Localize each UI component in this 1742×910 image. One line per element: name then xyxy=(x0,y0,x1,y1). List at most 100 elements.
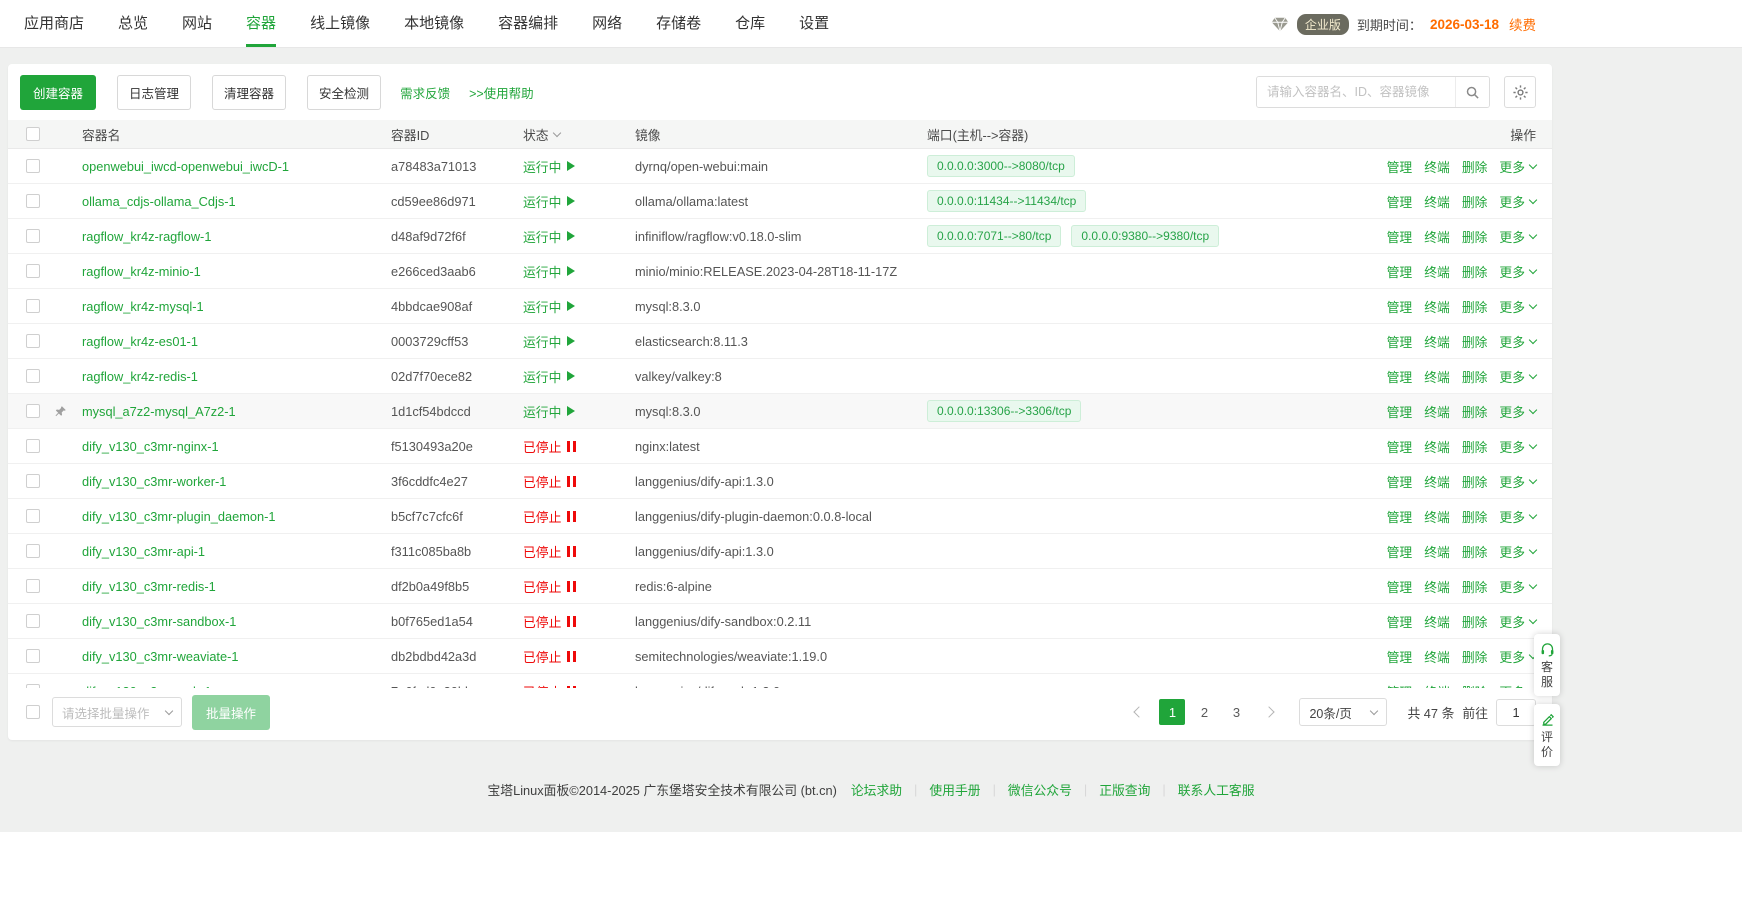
footer-link-3[interactable]: 正版查询 xyxy=(1099,780,1150,799)
more-link[interactable]: 更多 xyxy=(1499,472,1536,491)
terminal-link[interactable]: 终端 xyxy=(1424,192,1450,211)
more-link[interactable]: 更多 xyxy=(1499,647,1536,666)
delete-link[interactable]: 删除 xyxy=(1462,262,1488,281)
row-checkbox[interactable] xyxy=(26,159,40,173)
more-link[interactable]: 更多 xyxy=(1499,507,1536,526)
batch-apply-button[interactable]: 批量操作 xyxy=(192,695,270,730)
select-all-checkbox[interactable] xyxy=(26,127,40,141)
delete-link[interactable]: 删除 xyxy=(1462,682,1488,689)
terminal-link[interactable]: 终端 xyxy=(1424,227,1450,246)
container-name-link[interactable]: ragflow_kr4z-redis-1 xyxy=(82,369,198,384)
nav-item-6[interactable]: 容器编排 xyxy=(498,0,558,47)
page-button-3[interactable]: 3 xyxy=(1223,699,1249,725)
footer-link-4[interactable]: 联系人工客服 xyxy=(1178,780,1255,799)
nav-item-4[interactable]: 线上镜像 xyxy=(310,0,370,47)
row-checkbox[interactable] xyxy=(26,369,40,383)
manage-link[interactable]: 管理 xyxy=(1387,647,1413,666)
manage-link[interactable]: 管理 xyxy=(1387,367,1413,386)
container-name-link[interactable]: dify_v130_c3mr-web-1 xyxy=(82,684,211,689)
nav-item-1[interactable]: 总览 xyxy=(118,0,148,47)
row-checkbox[interactable] xyxy=(26,649,40,663)
nav-item-8[interactable]: 存储卷 xyxy=(656,0,701,47)
delete-link[interactable]: 删除 xyxy=(1462,507,1488,526)
terminal-link[interactable]: 终端 xyxy=(1424,542,1450,561)
container-name-link[interactable]: ragflow_kr4z-mysql-1 xyxy=(82,299,204,314)
manage-link[interactable]: 管理 xyxy=(1387,157,1413,176)
terminal-link[interactable]: 终端 xyxy=(1424,367,1450,386)
container-name-link[interactable]: dify_v130_c3mr-worker-1 xyxy=(82,474,226,489)
batch-select-all-checkbox[interactable] xyxy=(26,705,40,719)
manage-link[interactable]: 管理 xyxy=(1387,612,1413,631)
manage-link[interactable]: 管理 xyxy=(1387,472,1413,491)
container-name-link[interactable]: mysql_a7z2-mysql_A7z2-1 xyxy=(82,404,236,419)
container-name-link[interactable]: dify_v130_c3mr-redis-1 xyxy=(82,579,216,594)
terminal-link[interactable]: 终端 xyxy=(1424,507,1450,526)
manage-link[interactable]: 管理 xyxy=(1387,577,1413,596)
security-check-button[interactable]: 安全检测 xyxy=(307,75,381,110)
review-tab[interactable]: 评价 xyxy=(1534,704,1560,766)
nav-item-0[interactable]: 应用商店 xyxy=(24,0,84,47)
footer-link-1[interactable]: 使用手册 xyxy=(929,780,980,799)
more-link[interactable]: 更多 xyxy=(1499,577,1536,596)
terminal-link[interactable]: 终端 xyxy=(1424,262,1450,281)
page-button-2[interactable]: 2 xyxy=(1191,699,1217,725)
container-name-link[interactable]: ragflow_kr4z-ragflow-1 xyxy=(82,229,211,244)
more-link[interactable]: 更多 xyxy=(1499,542,1536,561)
search-button[interactable] xyxy=(1455,77,1489,107)
delete-link[interactable]: 删除 xyxy=(1462,157,1488,176)
search-input[interactable] xyxy=(1257,77,1455,107)
manage-link[interactable]: 管理 xyxy=(1387,227,1413,246)
next-page-button[interactable] xyxy=(1257,699,1281,725)
row-checkbox[interactable] xyxy=(26,614,40,628)
nav-item-9[interactable]: 仓库 xyxy=(735,0,765,47)
more-link[interactable]: 更多 xyxy=(1499,367,1536,386)
more-link[interactable]: 更多 xyxy=(1499,437,1536,456)
nav-item-3[interactable]: 容器 xyxy=(246,0,276,47)
more-link[interactable]: 更多 xyxy=(1499,612,1536,631)
container-name-link[interactable]: dify_v130_c3mr-api-1 xyxy=(82,544,205,559)
clean-container-button[interactable]: 清理容器 xyxy=(212,75,286,110)
row-checkbox[interactable] xyxy=(26,229,40,243)
terminal-link[interactable]: 终端 xyxy=(1424,682,1450,689)
more-link[interactable]: 更多 xyxy=(1499,402,1536,421)
delete-link[interactable]: 删除 xyxy=(1462,647,1488,666)
more-link[interactable]: 更多 xyxy=(1499,227,1536,246)
manage-link[interactable]: 管理 xyxy=(1387,297,1413,316)
nav-item-5[interactable]: 本地镜像 xyxy=(404,0,464,47)
delete-link[interactable]: 删除 xyxy=(1462,297,1488,316)
nav-item-2[interactable]: 网站 xyxy=(182,0,212,47)
manage-link[interactable]: 管理 xyxy=(1387,437,1413,456)
row-checkbox[interactable] xyxy=(26,474,40,488)
row-checkbox[interactable] xyxy=(26,194,40,208)
container-name-link[interactable]: dify_v130_c3mr-nginx-1 xyxy=(82,439,219,454)
prev-page-button[interactable] xyxy=(1127,699,1151,725)
delete-link[interactable]: 删除 xyxy=(1462,472,1488,491)
manage-link[interactable]: 管理 xyxy=(1387,262,1413,281)
row-checkbox[interactable] xyxy=(26,544,40,558)
terminal-link[interactable]: 终端 xyxy=(1424,297,1450,316)
terminal-link[interactable]: 终端 xyxy=(1424,577,1450,596)
row-checkbox[interactable] xyxy=(26,439,40,453)
container-name-link[interactable]: ragflow_kr4z-minio-1 xyxy=(82,264,201,279)
delete-link[interactable]: 删除 xyxy=(1462,542,1488,561)
row-checkbox[interactable] xyxy=(26,334,40,348)
manage-link[interactable]: 管理 xyxy=(1387,332,1413,351)
container-name-link[interactable]: dify_v130_c3mr-plugin_daemon-1 xyxy=(82,509,276,524)
manage-link[interactable]: 管理 xyxy=(1387,682,1413,689)
row-checkbox[interactable] xyxy=(26,404,40,418)
row-checkbox[interactable] xyxy=(26,509,40,523)
terminal-link[interactable]: 终端 xyxy=(1424,332,1450,351)
feedback-link[interactable]: 需求反馈 xyxy=(400,83,450,102)
terminal-link[interactable]: 终端 xyxy=(1424,612,1450,631)
delete-link[interactable]: 删除 xyxy=(1462,402,1488,421)
nav-item-10[interactable]: 设置 xyxy=(799,0,829,47)
more-link[interactable]: 更多 xyxy=(1499,262,1536,281)
container-name-link[interactable]: dify_v130_c3mr-sandbox-1 xyxy=(82,614,236,629)
header-status-filter[interactable]: 状态 xyxy=(523,125,635,144)
customer-service-tab[interactable]: 客服 xyxy=(1534,634,1560,696)
footer-link-0[interactable]: 论坛求助 xyxy=(851,780,902,799)
manage-link[interactable]: 管理 xyxy=(1387,542,1413,561)
row-checkbox[interactable] xyxy=(26,579,40,593)
more-link[interactable]: 更多 xyxy=(1499,157,1536,176)
more-link[interactable]: 更多 xyxy=(1499,297,1536,316)
